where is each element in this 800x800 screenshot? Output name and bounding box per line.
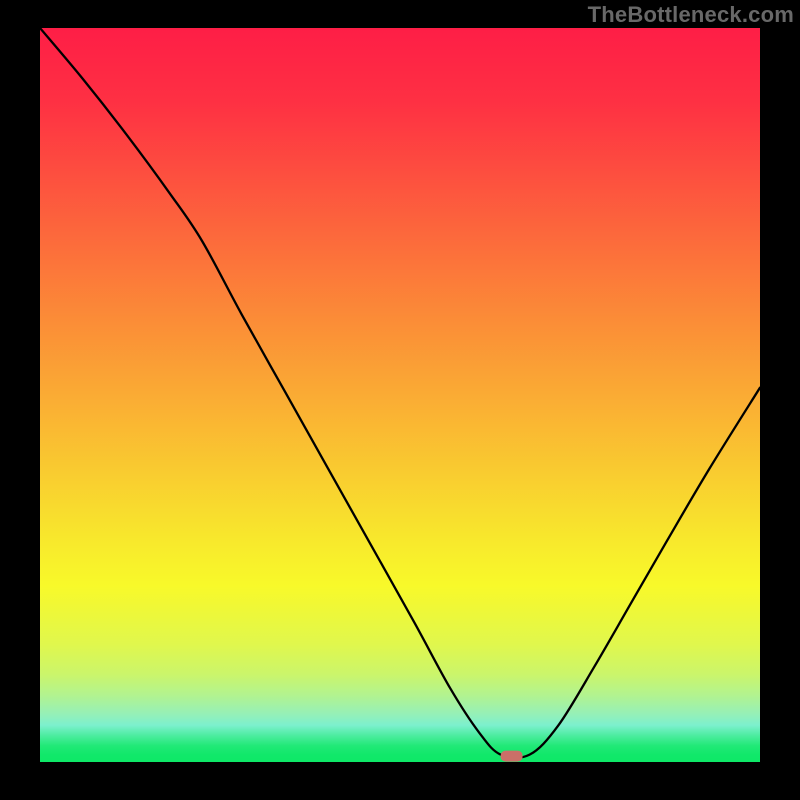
gradient-background — [40, 28, 760, 762]
plot-area — [40, 28, 760, 762]
watermark-text: TheBottleneck.com — [588, 2, 794, 28]
chart-svg — [40, 28, 760, 762]
chart-container: TheBottleneck.com — [0, 0, 800, 800]
optimum-marker — [501, 751, 523, 762]
